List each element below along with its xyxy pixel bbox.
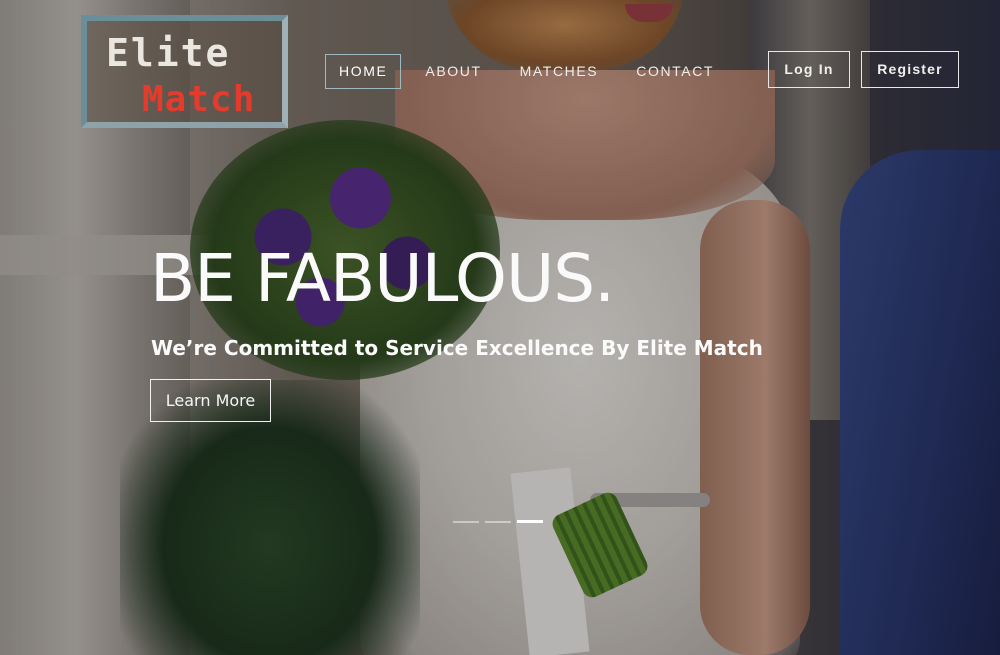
site-logo[interactable]: Elite Match — [81, 15, 288, 128]
hero-subheading: We’re Committed to Service Excellence By… — [151, 336, 763, 360]
learn-more-button[interactable]: Learn More — [150, 379, 271, 422]
carousel-indicator-1[interactable] — [453, 521, 479, 523]
logo-text-elite: Elite — [106, 31, 231, 75]
main-nav: HOME ABOUT MATCHES CONTACT — [325, 54, 738, 89]
carousel-indicator-2[interactable] — [485, 521, 511, 523]
login-button[interactable]: Log In — [768, 51, 850, 88]
nav-item-contact[interactable]: CONTACT — [622, 54, 728, 89]
register-button[interactable]: Register — [861, 51, 959, 88]
nav-item-about[interactable]: ABOUT — [411, 54, 495, 89]
carousel-indicator-3[interactable] — [517, 520, 543, 523]
hero-section: Elite Match HOME ABOUT MATCHES CONTACT L… — [0, 0, 1000, 655]
carousel-indicators — [453, 520, 543, 523]
nav-item-home[interactable]: HOME — [325, 54, 402, 89]
logo-text-match: Match — [142, 79, 256, 120]
nav-item-matches[interactable]: MATCHES — [506, 54, 613, 89]
hero-headline: BE FABULOUS. — [150, 240, 615, 317]
